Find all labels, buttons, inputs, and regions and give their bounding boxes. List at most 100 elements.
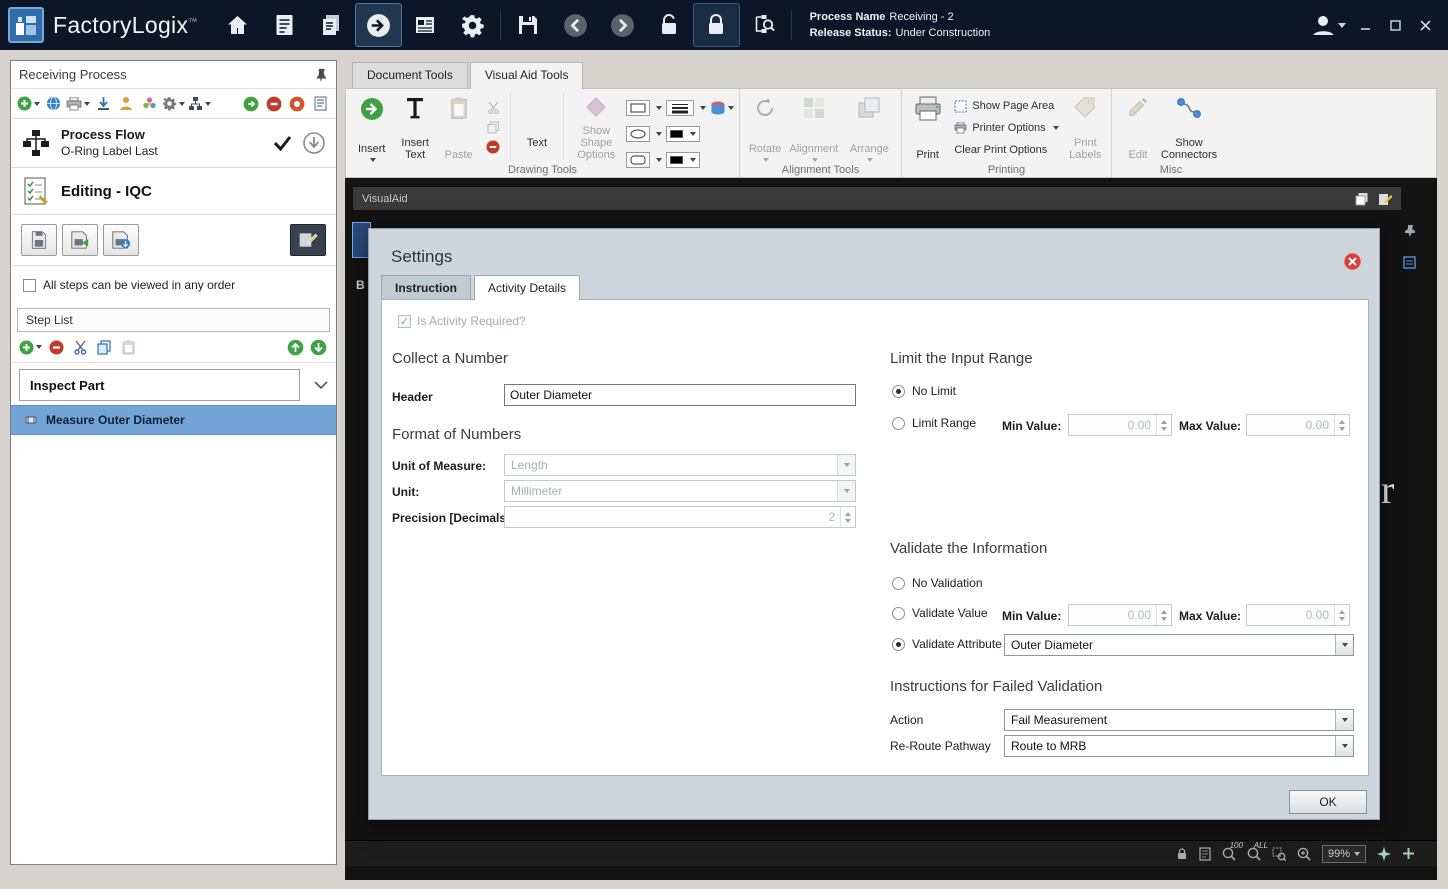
dialog-tab-instruction[interactable]: Instruction [381, 275, 471, 300]
unlock-button[interactable] [646, 3, 693, 47]
move-step-down-button[interactable] [308, 336, 328, 358]
clear-print-options-button[interactable]: Clear Print Options [950, 140, 1062, 160]
rectangle-dropdown[interactable] [653, 97, 663, 119]
close-button[interactable] [1412, 14, 1438, 36]
documents-button[interactable] [308, 3, 355, 47]
insert-text-button[interactable]: Insert Text [394, 92, 435, 162]
panel-pin-button[interactable] [1403, 224, 1416, 237]
news-button[interactable] [402, 3, 449, 47]
add-button[interactable] [17, 93, 40, 115]
show-page-area-button[interactable]: Show Page Area [950, 96, 1062, 116]
print-labels-button[interactable]: Print Labels [1065, 92, 1106, 162]
print-button[interactable] [66, 93, 90, 115]
zoom-in-button[interactable] [1297, 847, 1311, 861]
unit-of-measure-select[interactable]: Length [504, 454, 856, 476]
no-limit-radio[interactable] [892, 384, 905, 398]
copy-step-button[interactable] [94, 336, 114, 358]
stop-button[interactable] [287, 93, 307, 115]
action-select[interactable]: Fail Measurement [1004, 709, 1354, 731]
alignment-button[interactable]: Alignment [787, 92, 840, 162]
rotate-button[interactable]: Rotate [745, 92, 785, 162]
any-order-checkbox-row[interactable]: All steps can be viewed in any order [11, 266, 336, 304]
edit-button[interactable]: Edit [1117, 92, 1159, 162]
no-validation-option[interactable]: No Validation [892, 576, 983, 590]
expand-down-button[interactable] [302, 131, 326, 155]
print-button-large[interactable]: Print [907, 92, 948, 162]
precision-spinner[interactable]: 2 [504, 506, 856, 528]
plugins-button[interactable] [139, 93, 159, 115]
zoom-level-select[interactable]: 99% [1321, 844, 1366, 863]
show-connectors-button[interactable]: Show Connectors [1161, 92, 1217, 162]
zoom-fit-all-button[interactable]: ALL [1247, 841, 1268, 861]
import-button[interactable] [93, 93, 113, 115]
spinner-arrows[interactable] [840, 507, 855, 527]
report-button[interactable] [310, 93, 330, 115]
reroute-pathway-select[interactable]: Route to MRB [1004, 735, 1354, 757]
edit-page-button[interactable] [1378, 192, 1392, 206]
ellipse-dropdown[interactable] [653, 123, 663, 145]
printer-options-button[interactable]: Printer Options [950, 118, 1062, 138]
duplicate-page-button[interactable] [1355, 192, 1369, 206]
panel-settings-button[interactable] [1403, 256, 1416, 269]
limit-range-option[interactable]: Limit Range [892, 416, 976, 430]
validate-attribute-select[interactable]: Outer Diameter [1004, 634, 1354, 656]
text-properties-button[interactable]: Text [516, 92, 557, 162]
import-document-button[interactable] [62, 224, 98, 256]
add-step-button[interactable] [19, 336, 42, 358]
tree-view-button[interactable] [188, 93, 211, 115]
validate-max-spinner[interactable]: 0.00 [1246, 604, 1350, 626]
home-button[interactable] [214, 3, 261, 47]
paste-step-button[interactable] [118, 336, 138, 358]
process-navigator-button[interactable] [354, 3, 402, 47]
is-activity-required-checkbox[interactable]: ✓ [398, 314, 411, 328]
validate-attribute-radio[interactable] [892, 637, 905, 651]
line-style-button[interactable] [665, 100, 694, 116]
tab-visual-aid-tools[interactable]: Visual Aid Tools [469, 62, 584, 89]
page-view-icon[interactable] [1199, 846, 1211, 861]
pin-icon[interactable] [314, 68, 328, 82]
limit-range-radio[interactable] [892, 416, 905, 430]
process-definitions-button[interactable] [261, 3, 308, 47]
collapse-chevron-icon[interactable] [314, 380, 328, 390]
nav-back-button[interactable] [552, 3, 599, 47]
unit-select[interactable]: Millimeter [504, 480, 856, 502]
paste-button[interactable]: Paste [438, 92, 479, 162]
limit-max-spinner[interactable]: 0.00 [1246, 414, 1350, 436]
dialog-close-button[interactable] [1343, 252, 1362, 271]
line-color-picker[interactable] [665, 126, 700, 142]
user-menu-button[interactable] [1309, 12, 1346, 38]
no-limit-option[interactable]: No Limit [892, 384, 956, 398]
delete-shape-button[interactable] [483, 137, 503, 157]
cut-button[interactable] [483, 97, 503, 117]
arrange-button[interactable]: Arrange [843, 92, 896, 162]
save-button[interactable] [505, 3, 552, 47]
settings-gear-button[interactable] [449, 3, 496, 47]
move-step-up-button[interactable] [285, 336, 305, 358]
audit-trail-search-button[interactable] [740, 3, 787, 47]
activate-button[interactable] [241, 93, 261, 115]
no-validation-radio[interactable] [892, 576, 905, 590]
step-item-measure-outer-diameter[interactable]: Measure Outer Diameter [11, 405, 336, 435]
minimize-button[interactable] [1352, 14, 1378, 36]
step-group-inspect-part[interactable]: Inspect Part [19, 369, 300, 401]
validate-min-spinner[interactable]: 0.00 [1068, 604, 1172, 626]
insert-shape-button[interactable]: Insert [351, 92, 392, 162]
zoom-100-button[interactable]: 100 [1222, 841, 1243, 861]
process-flow-row[interactable]: Process Flow O-Ring Label Last [11, 119, 336, 168]
validate-value-option[interactable]: Validate Value [892, 606, 988, 620]
zoom-extents-icon[interactable] [1377, 846, 1391, 861]
validate-attribute-option[interactable]: Validate Attribute [892, 637, 1002, 651]
export-document-button[interactable] [103, 224, 139, 256]
ellipse-shape-button[interactable] [625, 126, 650, 142]
line-style-dropdown[interactable] [697, 97, 707, 119]
any-order-checkbox[interactable] [23, 278, 36, 292]
cut-step-button[interactable] [70, 336, 90, 358]
lock-button[interactable] [692, 3, 740, 47]
publish-globe-button[interactable] [43, 93, 63, 115]
dialog-tab-activity-details[interactable]: Activity Details [474, 275, 581, 300]
copy-button[interactable] [483, 117, 503, 137]
tab-document-tools[interactable]: Document Tools [352, 62, 468, 89]
lock-view-icon[interactable] [1176, 847, 1188, 860]
header-input[interactable] [504, 384, 856, 406]
validate-value-radio[interactable] [892, 606, 905, 620]
